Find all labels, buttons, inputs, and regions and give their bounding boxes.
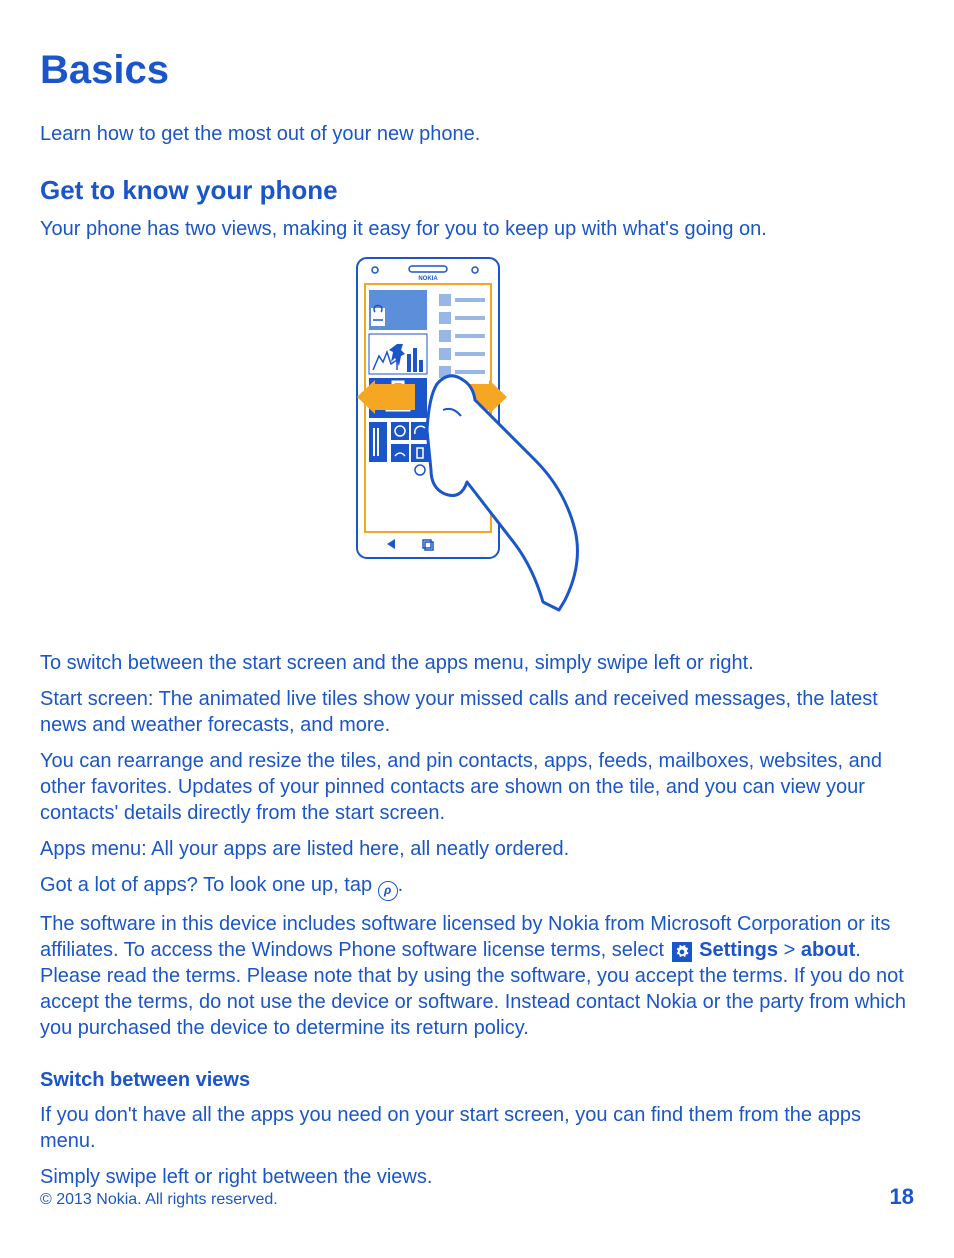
section2-p1: If you don't have all the apps you need … [40, 1102, 914, 1154]
section1-p6: The software in this device includes sof… [40, 911, 914, 1041]
section1-p2: Start screen: The animated live tiles sh… [40, 686, 914, 738]
section-heading-know-phone: Get to know your phone [40, 175, 914, 206]
section1-lead: Your phone has two views, making it easy… [40, 216, 914, 242]
section1-p5: Got a lot of apps? To look one up, tap ρ… [40, 872, 914, 901]
settings-gear-icon [672, 942, 692, 962]
p6-settings-label: Settings [699, 939, 778, 961]
p5-post: . [398, 874, 404, 896]
intro-text: Learn how to get the most out of your ne… [40, 121, 914, 147]
p6-about-label: about [801, 939, 855, 961]
svg-text:NOKIA: NOKIA [418, 276, 438, 282]
page-number: 18 [890, 1184, 914, 1210]
section-heading-switch-views: Switch between views [40, 1069, 914, 1092]
search-icon: ρ [378, 881, 398, 901]
phone-swipe-illustration: NOKIA [40, 254, 914, 634]
page-title: Basics [40, 48, 914, 93]
copyright-text: © 2013 Nokia. All rights reserved. [40, 1191, 278, 1209]
section1-p1: To switch between the start screen and t… [40, 650, 914, 676]
section1-p3: You can rearrange and resize the tiles, … [40, 748, 914, 826]
p5-pre: Got a lot of apps? To look one up, tap [40, 874, 378, 896]
section1-p4: Apps menu: All your apps are listed here… [40, 836, 914, 862]
p6-sep: > [778, 939, 801, 961]
